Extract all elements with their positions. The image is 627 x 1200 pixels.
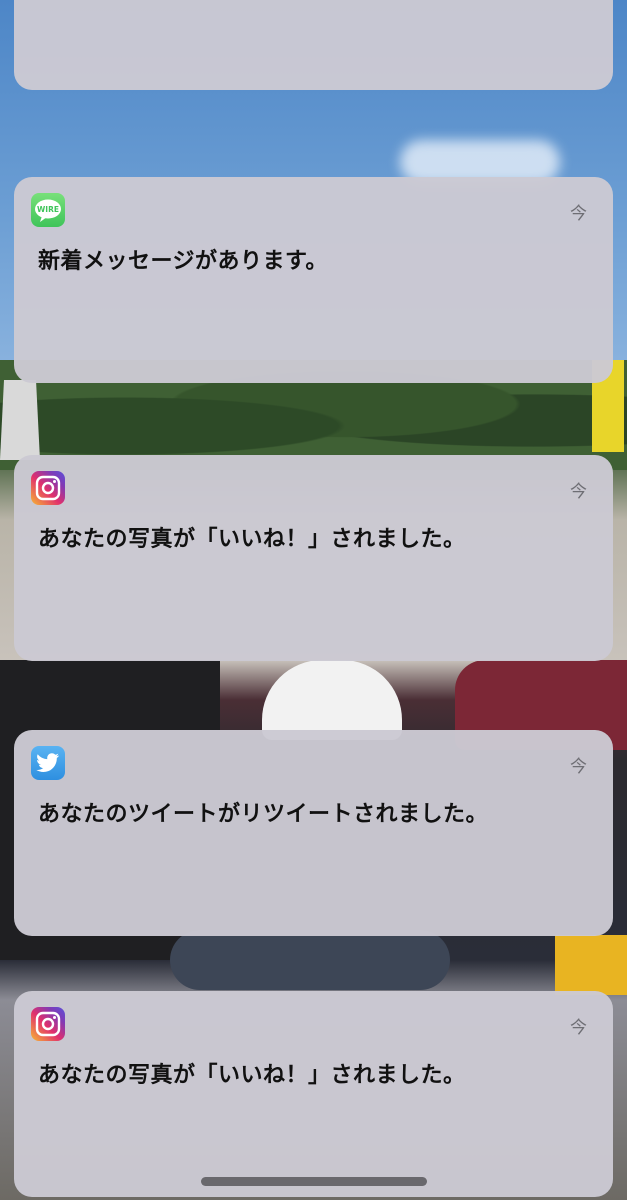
notification-message: 新着メッセージがあります。 [38,249,328,274]
crowd-white-cap [262,660,402,740]
bird-app-icon [31,746,65,780]
notification-card-partial[interactable] [14,0,613,90]
notification-card[interactable]: 今 あなたの写真が「いいね！」されました。 [14,991,613,1197]
camera-app-icon [31,471,65,505]
notification-time: 今 [570,204,587,224]
tent [0,380,40,460]
notification-card[interactable]: 今 あなたのツイートがリツイートされました。 [14,730,613,936]
notification-time: 今 [570,757,587,777]
crowd-yellow-item [555,935,627,995]
home-indicator[interactable] [201,1177,427,1186]
camera-app-icon [31,1007,65,1041]
notification-message: あなたの写真が「いいね！」されました。 [38,527,466,552]
notification-card[interactable]: WIRE 今 新着メッセージがあります。 [14,177,613,383]
notification-message: あなたの写真が「いいね！」されました。 [38,1063,466,1088]
wire-chat-icon: WIRE [31,193,65,227]
svg-text:WIRE: WIRE [37,205,59,214]
notification-time: 今 [570,482,587,502]
crowd-person [170,930,450,990]
notification-card[interactable]: 今 あなたの写真が「いいね！」されました。 [14,455,613,661]
notification-time: 今 [570,1018,587,1038]
notification-message: あなたのツイートがリツイートされました。 [38,802,489,827]
